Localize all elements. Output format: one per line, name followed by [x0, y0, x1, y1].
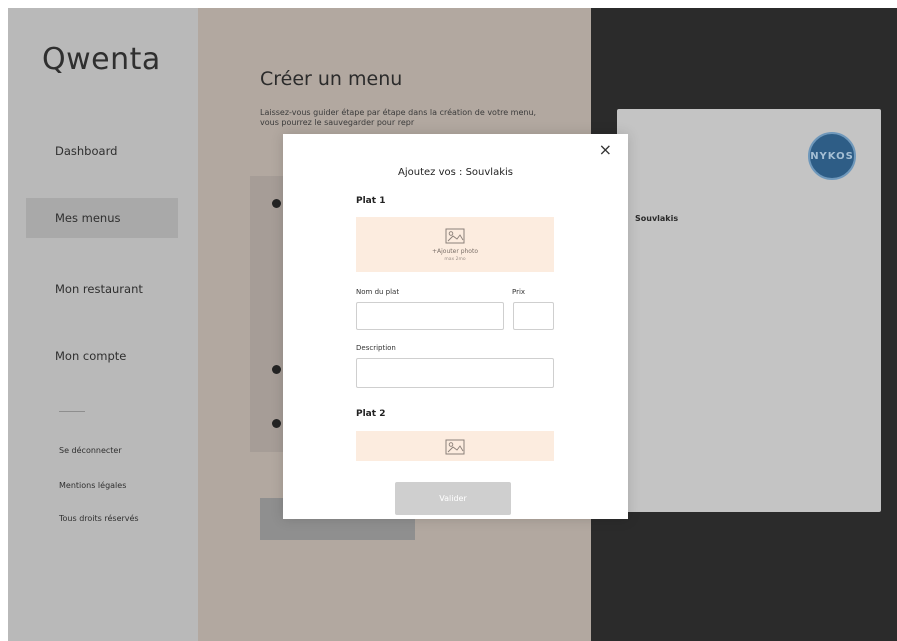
plat-1-label: Plat 1: [356, 196, 386, 206]
add-photo-label: +Ajouter photo: [432, 248, 478, 255]
logo: Qwenta: [42, 42, 161, 77]
plat-2-photo-upload[interactable]: [356, 431, 554, 461]
sidebar-item-mon-restaurant[interactable]: Mon restaurant: [8, 269, 180, 309]
sidebar-item-label: Mes menus: [55, 211, 121, 225]
app-frame: Qwenta Dashboard Mes menus Mon restauran…: [8, 8, 897, 641]
legal-link[interactable]: Mentions légales: [59, 481, 126, 490]
image-placeholder-icon: [445, 228, 465, 244]
sidebar-item-label: Dashboard: [55, 144, 118, 158]
description-label: Description: [356, 344, 396, 352]
description-input[interactable]: [356, 358, 554, 388]
sidebar-item-label: Mon compte: [55, 349, 127, 363]
step-marker: [272, 419, 281, 428]
sidebar-item-label: Mon restaurant: [55, 282, 143, 296]
menu-preview-card: NYKOS Souvlakis: [617, 109, 881, 512]
sidebar: Qwenta Dashboard Mes menus Mon restauran…: [8, 8, 198, 641]
preview-category-title: Souvlakis: [635, 214, 679, 223]
price-label: Prix: [512, 288, 526, 296]
step-marker: [272, 365, 281, 374]
plat-1-photo-upload[interactable]: +Ajouter photo max 2mo: [356, 217, 554, 272]
sidebar-item-mon-compte[interactable]: Mon compte: [8, 336, 180, 376]
menu-preview-panel: NYKOS Souvlakis: [591, 8, 897, 641]
restaurant-logo-text: NYKOS: [810, 150, 854, 162]
page-description: Laissez-vous guider étape par étape dans…: [260, 108, 537, 127]
sidebar-item-mes-menus[interactable]: Mes menus: [26, 198, 178, 238]
dish-name-input[interactable]: [356, 302, 504, 330]
dish-name-label: Nom du plat: [356, 288, 400, 296]
image-placeholder-icon: [445, 439, 465, 455]
sidebar-item-dashboard[interactable]: Dashboard: [8, 131, 180, 171]
modal-title: Ajoutez vos : Souvlakis: [398, 167, 513, 178]
close-icon[interactable]: ×: [599, 142, 612, 158]
photo-size-hint: max 2mo: [444, 257, 466, 262]
rights-link[interactable]: Tous droits réservés: [59, 514, 139, 523]
price-input[interactable]: [513, 302, 554, 330]
plat-2-label: Plat 2: [356, 409, 386, 419]
add-dishes-modal: × Ajoutez vos : Souvlakis Plat 1 +Ajoute…: [283, 134, 628, 519]
restaurant-logo: NYKOS: [808, 132, 856, 180]
submit-button[interactable]: Valider: [395, 482, 511, 515]
page-title: Créer un menu: [260, 68, 403, 90]
sidebar-divider: [59, 411, 85, 412]
logout-link[interactable]: Se déconnecter: [59, 446, 122, 455]
step-marker: [272, 199, 281, 208]
